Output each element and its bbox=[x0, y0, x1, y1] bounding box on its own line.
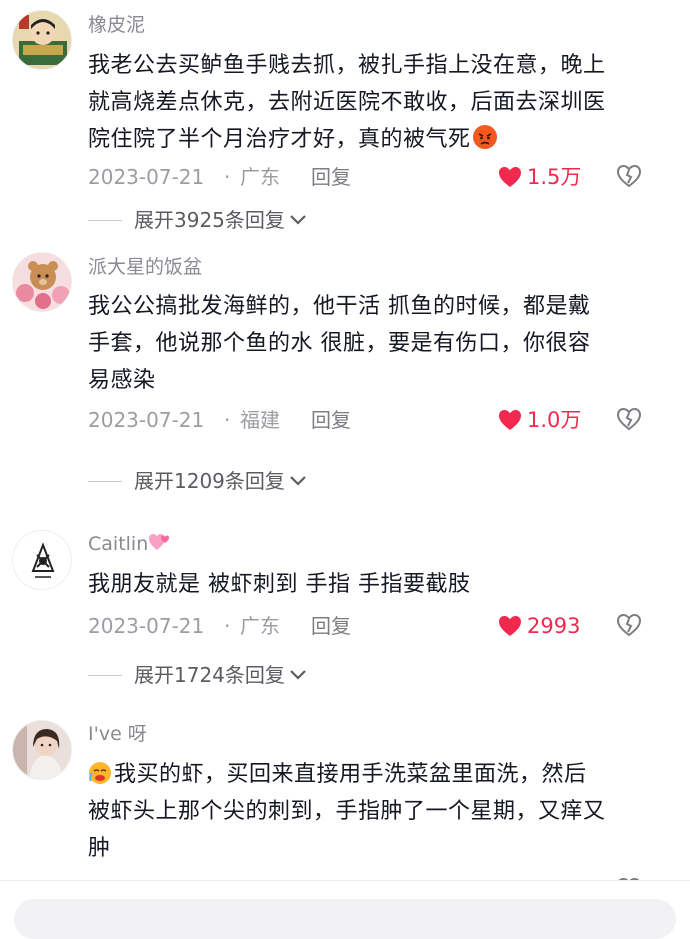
heart-filled-icon bbox=[499, 616, 521, 636]
comment-text-line: 我买的虾，买回来直接用手洗菜盆里面洗，然后 bbox=[88, 756, 658, 793]
avatar-cartoon-icon bbox=[13, 11, 71, 69]
reply-button[interactable]: 回复 bbox=[311, 611, 351, 641]
chevron-down-icon bbox=[290, 476, 306, 486]
comment-date: 2023-07-21 bbox=[88, 614, 205, 638]
avatar[interactable] bbox=[12, 10, 72, 70]
chevron-down-icon bbox=[290, 215, 306, 225]
comment-date: 2023-07-21 bbox=[88, 165, 205, 189]
avatar-bear-flowers-icon bbox=[13, 253, 71, 311]
like-count: 1.0万 bbox=[527, 408, 582, 432]
comment-region: 福建 bbox=[240, 408, 280, 432]
comment-text-line: 我老公去买鲈鱼手贱去抓，被扎手指上没在意，晚上 bbox=[88, 53, 606, 78]
dislike-button[interactable] bbox=[616, 613, 642, 645]
comment-text-line: 易感染 bbox=[88, 368, 156, 393]
reply-button[interactable]: 回复 bbox=[311, 162, 351, 192]
like-count: 1.5万 bbox=[527, 165, 582, 189]
like-button[interactable]: 1.0万 bbox=[498, 405, 581, 435]
comment-date: 2023-07-21 bbox=[88, 408, 205, 432]
chevron-down-icon bbox=[290, 670, 306, 680]
comment-text-line: 就高烧差点休克，去附近医院不敢收，后面去深圳医 bbox=[88, 90, 606, 115]
comment-author[interactable]: Caitlin bbox=[88, 531, 172, 557]
avatar-portrait-icon bbox=[13, 721, 71, 779]
comment-text-line: 手套，他说那个鱼的水 很脏，要是有伤口，你很容 bbox=[88, 331, 591, 356]
broken-heart-icon bbox=[616, 164, 642, 188]
crying-face-emoji bbox=[88, 760, 112, 784]
comment-text-line: 院住院了半个月治疗才好，真的被气死 bbox=[88, 121, 658, 158]
separator-dot: · bbox=[224, 614, 231, 638]
comment-text: 我公公搞批发海鲜的，他干活 抓鱼的时候，都是戴 手套，他说那个鱼的水 很脏，要是… bbox=[88, 288, 658, 399]
comment-text-fragment: 我买的虾，买回来直接用手洗菜盆里面洗，然后 bbox=[114, 762, 587, 787]
expand-replies-label: 展开1209条回复 bbox=[134, 469, 285, 493]
comment-author[interactable]: 派大星的饭盆 bbox=[88, 254, 202, 280]
divider-line bbox=[88, 674, 122, 676]
comment-author-name: Caitlin bbox=[88, 533, 149, 555]
comment-author[interactable]: 橡皮泥 bbox=[88, 12, 145, 38]
comment-author[interactable]: I've 呀 bbox=[88, 721, 147, 747]
expand-replies-button[interactable]: 展开3925条回复 bbox=[88, 210, 307, 230]
comment-text-line: 被虾头上那个尖的刺到，手指肿了一个星期，又痒又 bbox=[88, 799, 606, 824]
avatar[interactable] bbox=[12, 252, 72, 312]
comment-region: 广东 bbox=[240, 165, 280, 189]
expand-replies-label: 展开3925条回复 bbox=[134, 210, 285, 230]
separator-dot: · bbox=[224, 408, 231, 432]
comment-text-line: 我公公搞批发海鲜的，他干活 抓鱼的时候，都是戴 bbox=[88, 294, 591, 319]
like-count: 2993 bbox=[527, 614, 581, 638]
expand-replies-button[interactable]: 展开1209条回复 bbox=[88, 467, 307, 495]
comment-meta: 2023-07-21 · 福建 回复 1.0万 bbox=[88, 405, 648, 435]
comment-text-fragment: 院住院了半个月治疗才好，真的被气死 bbox=[88, 127, 471, 152]
separator-dot: · bbox=[224, 165, 231, 189]
comment-feed[interactable]: 橡皮泥 我老公去买鲈鱼手贱去抓，被扎手指上没在意，晚上 就高烧差点休克，去附近医… bbox=[0, 0, 690, 880]
divider-line bbox=[88, 480, 122, 482]
comment-text: 我买的虾，买回来直接用手洗菜盆里面洗，然后 被虾头上那个尖的刺到，手指肿了一个星… bbox=[88, 756, 658, 867]
dislike-button[interactable] bbox=[616, 407, 642, 439]
avatar-emblem-icon bbox=[13, 531, 71, 589]
comment-meta: 2023-07-21 · 广东 回复 1.5万 bbox=[88, 162, 648, 192]
like-button[interactable]: 1.5万 bbox=[498, 162, 581, 192]
heart-filled-icon bbox=[499, 167, 521, 187]
heart-filled-icon bbox=[499, 410, 521, 430]
reply-button[interactable]: 回复 bbox=[311, 405, 351, 435]
comment-meta: 2023-07-21 · 广东 回复 2993 bbox=[88, 611, 648, 641]
comment-input-bar bbox=[0, 880, 690, 939]
comment-region: 广东 bbox=[240, 614, 280, 638]
comment-text: 我朋友就是 被虾刺到 手指 手指要截肢 bbox=[88, 566, 658, 603]
comment-text-line: 肿 bbox=[88, 836, 111, 861]
divider-line bbox=[88, 219, 122, 221]
broken-heart-icon bbox=[616, 407, 642, 431]
comment-text: 我老公去买鲈鱼手贱去抓，被扎手指上没在意，晚上 就高烧差点休克，去附近医院不敢收… bbox=[88, 47, 658, 158]
dislike-button[interactable] bbox=[616, 164, 642, 196]
comment-input[interactable] bbox=[14, 899, 676, 939]
two-hearts-emoji bbox=[149, 534, 170, 550]
comment-text-line: 我朋友就是 被虾刺到 手指 手指要截肢 bbox=[88, 572, 471, 597]
avatar[interactable] bbox=[12, 720, 72, 780]
angry-face-emoji bbox=[472, 125, 497, 149]
expand-replies-button[interactable]: 展开1724条回复 bbox=[88, 661, 307, 689]
broken-heart-icon bbox=[616, 613, 642, 637]
expand-replies-label: 展开1724条回复 bbox=[134, 663, 285, 687]
like-button[interactable]: 2993 bbox=[498, 611, 580, 641]
avatar[interactable] bbox=[12, 530, 72, 590]
